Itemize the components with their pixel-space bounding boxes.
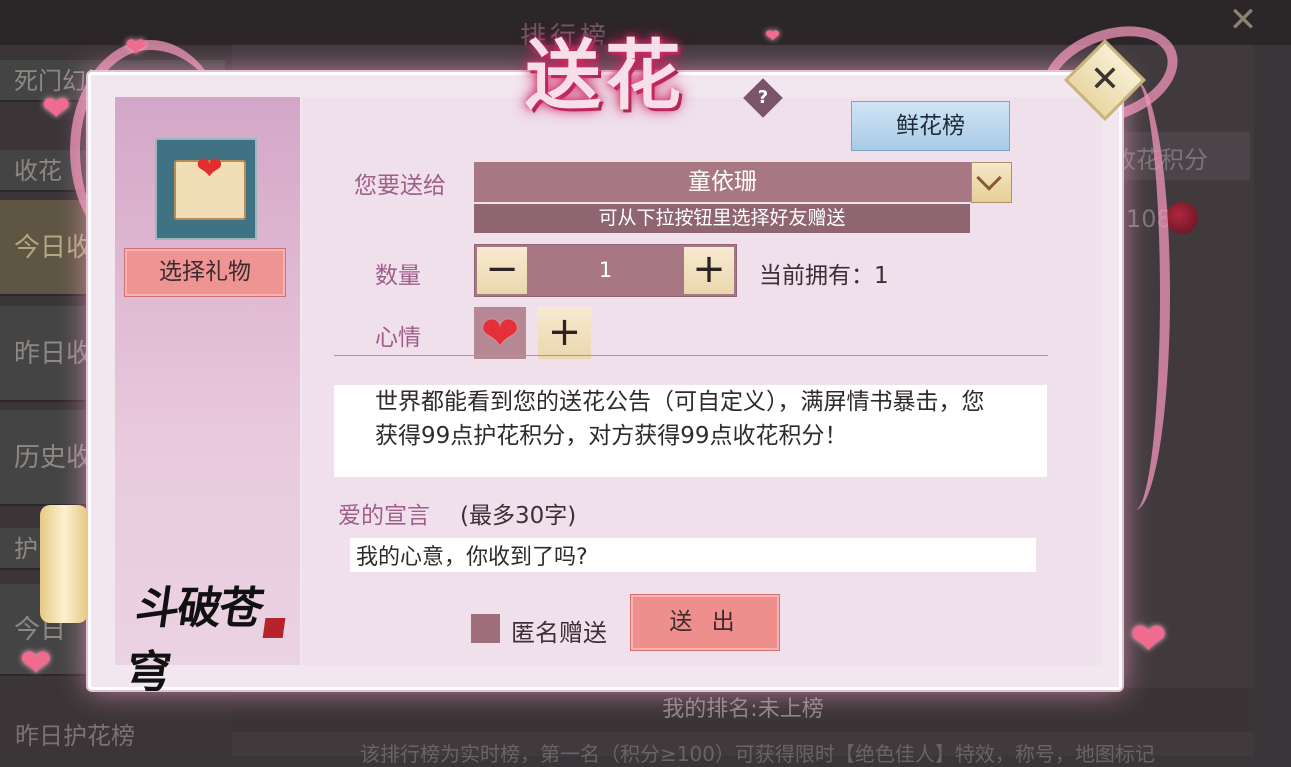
anonymous-checkbox[interactable] bbox=[471, 614, 500, 643]
notice-box: 世界都能看到您的送花公告（可自定义），满屏情书暴击，您获得99点护花积分，对方获… bbox=[334, 385, 1047, 477]
send-button[interactable]: 送 出 bbox=[630, 594, 780, 651]
rose-icon bbox=[1166, 202, 1198, 234]
help-icon: ? bbox=[757, 87, 769, 108]
declaration-limit: (最多30字) bbox=[460, 503, 577, 529]
heart-decoration-icon: ❤ bbox=[1130, 614, 1167, 665]
chevron-down-icon bbox=[976, 165, 1002, 191]
declaration-label: 爱的宣言 bbox=[338, 503, 430, 529]
anonymous-label: 匿名赠送 bbox=[511, 619, 607, 647]
divider bbox=[334, 355, 1048, 356]
notice-text: 世界都能看到您的送花公告（可自定义），满屏情书暴击，您获得99点护花积分，对方获… bbox=[375, 389, 985, 449]
declaration-input[interactable] bbox=[350, 538, 1036, 572]
quantity-label: 数量 bbox=[375, 263, 421, 289]
flower-ranking-button[interactable]: 鲜花榜 bbox=[851, 101, 1010, 151]
select-gift-button[interactable]: 选择礼物 bbox=[124, 248, 286, 297]
heart-decoration-icon: ❤ bbox=[765, 26, 781, 47]
mood-label: 心情 bbox=[375, 325, 421, 351]
background-footer-text: 该排行榜为实时榜，第一名（积分≥100）可获得限时【绝色佳人】特效，称号，地图标… bbox=[360, 742, 1155, 766]
quantity-stepper: − 1 + bbox=[474, 244, 737, 297]
background-tab-7[interactable]: 昨日护花榜 bbox=[15, 716, 135, 751]
heart-decoration-icon: ❤ bbox=[20, 641, 52, 685]
owned-count: 当前拥有：1 bbox=[759, 263, 889, 289]
help-button[interactable]: ? bbox=[743, 78, 783, 118]
recipient-select[interactable]: 童依珊 bbox=[474, 162, 971, 202]
gift-slot[interactable]: ❤ bbox=[155, 138, 257, 240]
quantity-decrease-button[interactable]: − bbox=[477, 247, 527, 294]
recipient-dropdown-button[interactable] bbox=[971, 162, 1012, 203]
mood-heart-button[interactable]: ❤ bbox=[474, 307, 526, 359]
mood-add-button[interactable]: + bbox=[538, 307, 591, 359]
dialog-title: 送花 bbox=[525, 31, 685, 120]
background-my-rank: 我的排名:未上榜 bbox=[232, 688, 1254, 732]
recipient-hint: 可从下拉按钮里选择好友赠送 bbox=[474, 204, 970, 233]
scroll-decoration bbox=[40, 505, 88, 623]
love-letter-icon: ❤ bbox=[174, 152, 246, 220]
seal-stamp-icon bbox=[262, 618, 286, 638]
heart-icon: ❤ bbox=[480, 306, 520, 360]
quantity-value[interactable]: 1 bbox=[527, 245, 684, 296]
heart-decoration-icon: ❤ bbox=[125, 33, 147, 63]
send-to-label: 您要送给 bbox=[354, 173, 446, 199]
quantity-increase-button[interactable]: + bbox=[684, 247, 734, 294]
heart-decoration-icon: ❤ bbox=[42, 89, 71, 129]
background-close-icon[interactable]: ✕ bbox=[1218, 0, 1268, 40]
game-logo: 斗破苍穹 bbox=[123, 572, 286, 698]
close-icon: ✕ bbox=[1089, 59, 1121, 100]
